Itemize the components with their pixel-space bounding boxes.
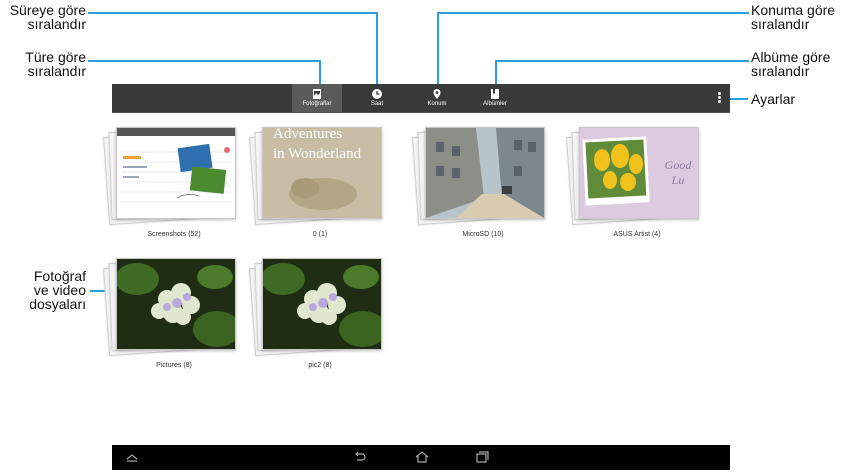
thumb-text-line: Adventures xyxy=(273,127,343,142)
location-pin-icon xyxy=(433,89,441,99)
home-icon[interactable] xyxy=(414,450,430,464)
tab-label: Fotoğraflar xyxy=(302,101,332,107)
navigation-bar xyxy=(112,445,730,470)
album-thumbnail xyxy=(425,127,545,219)
annotation-line-1: Ayarlar xyxy=(751,91,796,107)
annotation-sort-by-type: Türe göre sıralandır xyxy=(0,50,86,78)
album-thumbnail xyxy=(262,258,382,350)
annotation-line-1: Konuma göre xyxy=(751,2,836,18)
recent-apps-icon[interactable] xyxy=(474,450,490,464)
album-caption: Screenshots (52) xyxy=(147,231,201,238)
album-thumbnail: Adventures in Wonderland xyxy=(262,127,382,219)
annotation-line-2: sıralandır xyxy=(27,63,86,79)
action-bar: Fotoğraflar Saat Konum Albümler xyxy=(112,84,730,113)
album-caption: 0 (1) xyxy=(312,231,328,238)
album-caption: ASUS Artist (4) xyxy=(613,231,661,238)
annotation-sort-by-album: Albüme göre sıralandır xyxy=(751,50,855,78)
tab-location[interactable]: Konum xyxy=(412,84,462,112)
album-item[interactable]: Good Lu ASUS Artist (4) xyxy=(566,127,707,238)
thumb-text-line: in Wonderland xyxy=(273,146,362,162)
album-thumbnail xyxy=(116,127,236,219)
annotation-line-1: Fotoğraf xyxy=(33,268,86,284)
tab-albums[interactable]: Albümler xyxy=(470,84,520,112)
annotation-line-1: Türe göre xyxy=(25,49,86,65)
album-thumbnail: Good Lu xyxy=(579,127,699,219)
tab-label: Konum xyxy=(427,101,447,107)
annotation-line-2: sıralandır xyxy=(751,16,810,32)
album-item[interactable]: Pictures (8) xyxy=(103,258,244,369)
album-thumbnail xyxy=(116,258,236,350)
annotation-settings: Ayarlar xyxy=(751,92,851,106)
annotation-line-1: Albüme göre xyxy=(751,49,831,65)
annotation-line-2: ve video xyxy=(33,282,86,298)
annotation-line-2: sıralandır xyxy=(27,16,86,32)
annotation-files: Fotoğraf ve video dosyaları xyxy=(0,269,86,311)
annotation-line-1: Süreye göre xyxy=(9,2,86,18)
thumb-text: Good Lu xyxy=(664,158,692,187)
photos-icon xyxy=(313,89,321,99)
tab-photos[interactable]: Fotoğraflar xyxy=(292,84,342,112)
annotation-sort-by-time: Süreye göre sıralandır xyxy=(0,3,86,31)
overflow-menu-icon[interactable] xyxy=(718,92,722,104)
album-item[interactable]: pic2 (8) xyxy=(249,258,390,369)
album-grid: Screenshots (52) Adventures in Wonderlan… xyxy=(103,113,730,443)
album-caption: MicroSD (10) xyxy=(462,231,504,238)
clock-icon xyxy=(372,89,382,99)
album-item[interactable]: MicroSD (10) xyxy=(412,127,553,238)
annotation-sort-by-location: Konuma göre sıralandır xyxy=(751,3,855,31)
album-item[interactable]: Adventures in Wonderland 0 (1) xyxy=(249,127,390,238)
thumb-text: Adventures in Wonderland xyxy=(273,127,362,164)
album-caption: pic2 (8) xyxy=(308,362,332,369)
album-caption: Pictures (8) xyxy=(156,362,192,369)
hide-keyboard-icon[interactable] xyxy=(124,450,140,464)
album-item[interactable]: Screenshots (52) xyxy=(103,127,244,238)
tab-label: Albümler xyxy=(483,101,507,107)
back-icon[interactable] xyxy=(352,450,368,464)
tab-time[interactable]: Saat xyxy=(352,84,402,112)
tab-label: Saat xyxy=(370,101,384,107)
annotation-line-3: dosyaları xyxy=(29,296,86,312)
annotation-line-2: sıralandır xyxy=(751,63,810,79)
album-icon xyxy=(491,89,499,99)
